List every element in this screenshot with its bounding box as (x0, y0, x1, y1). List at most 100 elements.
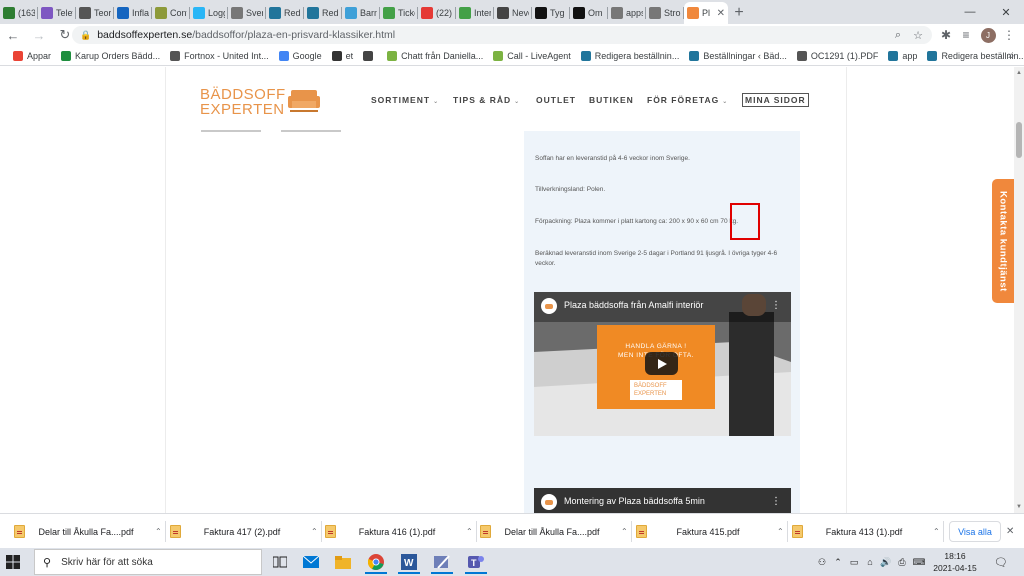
browser-tab[interactable]: (163) (0, 2, 38, 24)
close-shelf-icon[interactable]: ✕ (1006, 514, 1014, 549)
network-icon[interactable]: ⌂ (863, 548, 877, 576)
address-bar[interactable]: 🔒 baddsoffexperten.se/baddsoffor/plaza-e… (72, 26, 932, 44)
reading-list-icon[interactable]: ≡ (955, 24, 977, 46)
file-explorer-icon[interactable] (328, 550, 358, 574)
close-window-button[interactable]: ✕ (988, 0, 1024, 24)
video-plaza[interactable]: Plaza bäddsoffa från Amalfi interiör ⋮ H… (534, 292, 791, 436)
browser-tab[interactable]: Teori (76, 2, 114, 24)
bookmark-star-icon[interactable]: ☆ (908, 26, 928, 44)
taskbar-search-input[interactable]: ⚲ Skriv här för att söka (34, 549, 262, 575)
bookmark-item[interactable]: Appar (8, 46, 56, 66)
keyboard-icon[interactable]: ⌨ (911, 548, 927, 576)
browser-tab[interactable]: Om S (570, 2, 608, 24)
browser-tab[interactable]: Pl ✕ (684, 2, 728, 24)
bookmark-item[interactable] (358, 46, 382, 66)
scroll-thumb[interactable] (1016, 122, 1022, 158)
browser-tab[interactable]: apps (608, 2, 646, 24)
minimize-button[interactable]: — (952, 0, 988, 24)
bookmark-item[interactable]: app (883, 46, 922, 66)
word-icon[interactable]: W (394, 550, 424, 574)
show-hidden-icons[interactable]: ⌃ (831, 548, 845, 576)
system-clock[interactable]: 18:16 2021-04-15 (930, 550, 980, 574)
bookmarks-more-icon[interactable]: » (1008, 46, 1014, 66)
language-icon[interactable]: ⎙ (895, 548, 909, 576)
browser-tab[interactable]: Inflati (114, 2, 152, 24)
menu-kebab-icon[interactable]: ⋮ (998, 24, 1020, 46)
browser-tab[interactable]: Redig (266, 2, 304, 24)
new-tab-button[interactable]: + (728, 2, 750, 24)
chevron-up-icon[interactable]: ⌃ (933, 527, 940, 536)
tab-close-icon[interactable]: ✕ (717, 8, 725, 19)
task-view-icon[interactable] (265, 550, 295, 574)
browser-tab[interactable]: Nevo (494, 2, 532, 24)
chrome-icon[interactable] (361, 550, 391, 574)
scroll-down-icon[interactable]: ▼ (1014, 501, 1024, 513)
bookmark-item[interactable]: Google (274, 46, 327, 66)
mail-icon[interactable] (296, 550, 326, 574)
download-item[interactable]: Faktura 416 (1).pdf ⌃ (325, 514, 473, 549)
snipping-tool-icon[interactable] (427, 550, 457, 574)
page-scrollbar[interactable]: ▲ ▼ (1014, 67, 1024, 513)
profile-avatar[interactable]: J (977, 24, 999, 46)
bookmark-item[interactable]: OC1291 (1).PDF (792, 46, 884, 66)
chevron-up-icon[interactable]: ⌃ (311, 527, 318, 536)
nav-item-mina-sidor[interactable]: MINA SIDOR (742, 93, 809, 107)
video-menu-icon[interactable]: ⋮ (771, 300, 781, 311)
browser-tab[interactable]: Redig (304, 2, 342, 24)
nav-item-sortiment[interactable]: SORTIMENT ⌄ (371, 95, 439, 105)
download-item[interactable]: Faktura 417 (2).pdf ⌃ (170, 514, 318, 549)
nav-item-för-företag[interactable]: FÖR FÖRETAG ⌄ (647, 95, 728, 105)
tab-favicon-icon (421, 7, 433, 19)
browser-tab[interactable]: Telefo (38, 2, 76, 24)
browser-tab[interactable]: Ticke (380, 2, 418, 24)
browser-tab[interactable]: Barnt (342, 2, 380, 24)
battery-icon[interactable]: ▭ (847, 548, 861, 576)
bookmark-item[interactable]: Chatt från Daniella... (382, 46, 488, 66)
nav-item-butiken[interactable]: BUTIKEN (589, 95, 634, 105)
people-icon[interactable]: ⚇ (815, 548, 829, 576)
contact-customer-service-button[interactable]: Kontakta kundtjänst (992, 179, 1014, 303)
chevron-up-icon[interactable]: ⌃ (777, 527, 784, 536)
bookmark-item[interactable]: Call - LiveAgent (488, 46, 576, 66)
site-logo[interactable]: BÄDDSOFF EXPERTEN (200, 85, 322, 119)
browser-tab[interactable]: Tyg L (532, 2, 570, 24)
zoom-icon[interactable]: ⌕ (888, 26, 908, 44)
chevron-up-icon[interactable]: ⌃ (155, 527, 162, 536)
back-icon[interactable]: ← (0, 24, 26, 46)
windows-start-icon[interactable] (6, 555, 20, 569)
teams-icon[interactable]: T (461, 550, 491, 574)
browser-tab[interactable]: Stron (646, 2, 684, 24)
scroll-up-icon[interactable]: ▲ (1014, 67, 1024, 79)
volume-icon[interactable]: 🔊 (879, 548, 893, 576)
channel-avatar[interactable] (541, 494, 557, 510)
video-montering[interactable]: Montering av Plaza bäddsoffa 5min ⋮ (534, 488, 791, 513)
browser-tab[interactable]: Conti (152, 2, 190, 24)
video-menu-icon[interactable]: ⋮ (771, 496, 781, 507)
clock-date: 2021-04-15 (933, 563, 977, 573)
extensions-icon[interactable]: ✱ (935, 24, 957, 46)
show-all-downloads-button[interactable]: Visa alla (949, 521, 1001, 542)
bookmark-item[interactable]: et (327, 46, 359, 66)
forward-icon[interactable]: → (26, 24, 52, 46)
nav-item-tips-råd[interactable]: TIPS & RÅD ⌄ (453, 95, 520, 105)
video-title[interactable]: Montering av Plaza bäddsoffa 5min (564, 496, 705, 506)
play-icon[interactable] (645, 352, 678, 375)
download-item[interactable]: Delar till Åkulla Fa....pdf ⌃ (14, 514, 162, 549)
browser-tab[interactable]: Sverig (228, 2, 266, 24)
bookmark-item[interactable]: Beställningar ‹ Bäd... (684, 46, 792, 66)
notification-icon[interactable]: 🗨 (990, 548, 1012, 576)
bookmark-item[interactable]: Fortnox - United Int... (165, 46, 274, 66)
download-item[interactable]: Faktura 415.pdf ⌃ (636, 514, 784, 549)
chevron-up-icon[interactable]: ⌃ (621, 527, 628, 536)
chevron-up-icon[interactable]: ⌃ (466, 527, 473, 536)
download-item[interactable]: Faktura 413 (1).pdf ⌃ (792, 514, 940, 549)
video-title[interactable]: Plaza bäddsoffa från Amalfi interiör (564, 300, 703, 310)
bookmark-item[interactable]: Karup Orders Bädd... (56, 46, 165, 66)
download-item[interactable]: Delar till Åkulla Fa....pdf ⌃ (480, 514, 628, 549)
bookmark-item[interactable]: Redigera beställnin... (576, 46, 685, 66)
nav-item-outlet[interactable]: OUTLET (536, 95, 576, 105)
browser-tab[interactable]: Inter (456, 2, 494, 24)
browser-tab[interactable]: (22) C (418, 2, 456, 24)
channel-avatar[interactable] (541, 298, 557, 314)
browser-tab[interactable]: Loggi (190, 2, 228, 24)
